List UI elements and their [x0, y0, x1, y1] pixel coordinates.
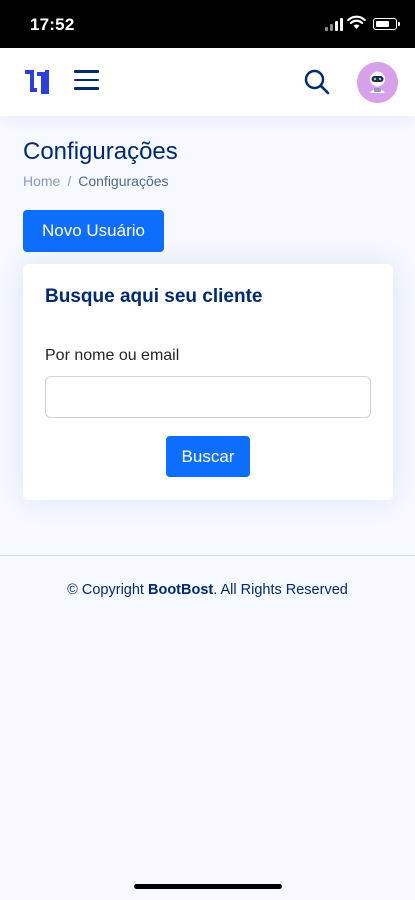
- card-title: Busque aqui seu cliente: [45, 286, 263, 307]
- robot-avatar-icon: [370, 71, 385, 93]
- search-icon[interactable]: [303, 68, 331, 96]
- breadcrumb-separator: /: [67, 173, 72, 189]
- status-time: 17:52: [30, 15, 75, 34]
- new-user-button[interactable]: Novo Usuário: [23, 210, 164, 252]
- search-button[interactable]: Buscar: [166, 436, 250, 477]
- status-bar: 17:52: [0, 0, 415, 48]
- search-client-card: Busque aqui seu cliente Por nome ou emai…: [23, 264, 393, 500]
- client-search-input[interactable]: [45, 376, 371, 418]
- footer: © Copyright BootBost. All Rights Reserve…: [0, 555, 415, 598]
- wifi-icon: [347, 15, 366, 29]
- breadcrumb-current: Configurações: [78, 173, 169, 189]
- top-header: [0, 48, 415, 116]
- copyright-brand: BootBost: [147, 582, 214, 598]
- brand-logo-icon[interactable]: [23, 68, 53, 96]
- cellular-signal-icon: [325, 18, 343, 31]
- user-avatar[interactable]: [357, 62, 398, 103]
- breadcrumb-home-link[interactable]: Home: [23, 173, 60, 189]
- breadcrumb: Home / Configurações: [23, 173, 169, 189]
- search-field-label: Por nome ou email: [45, 347, 180, 364]
- battery-icon: [373, 18, 400, 30]
- copyright-suffix: . All Rights Reserved: [213, 582, 348, 598]
- page-title: Configurações: [23, 138, 178, 165]
- home-indicator: [134, 884, 282, 889]
- hamburger-menu-icon[interactable]: [74, 70, 100, 94]
- copyright-prefix: © Copyright: [67, 582, 148, 598]
